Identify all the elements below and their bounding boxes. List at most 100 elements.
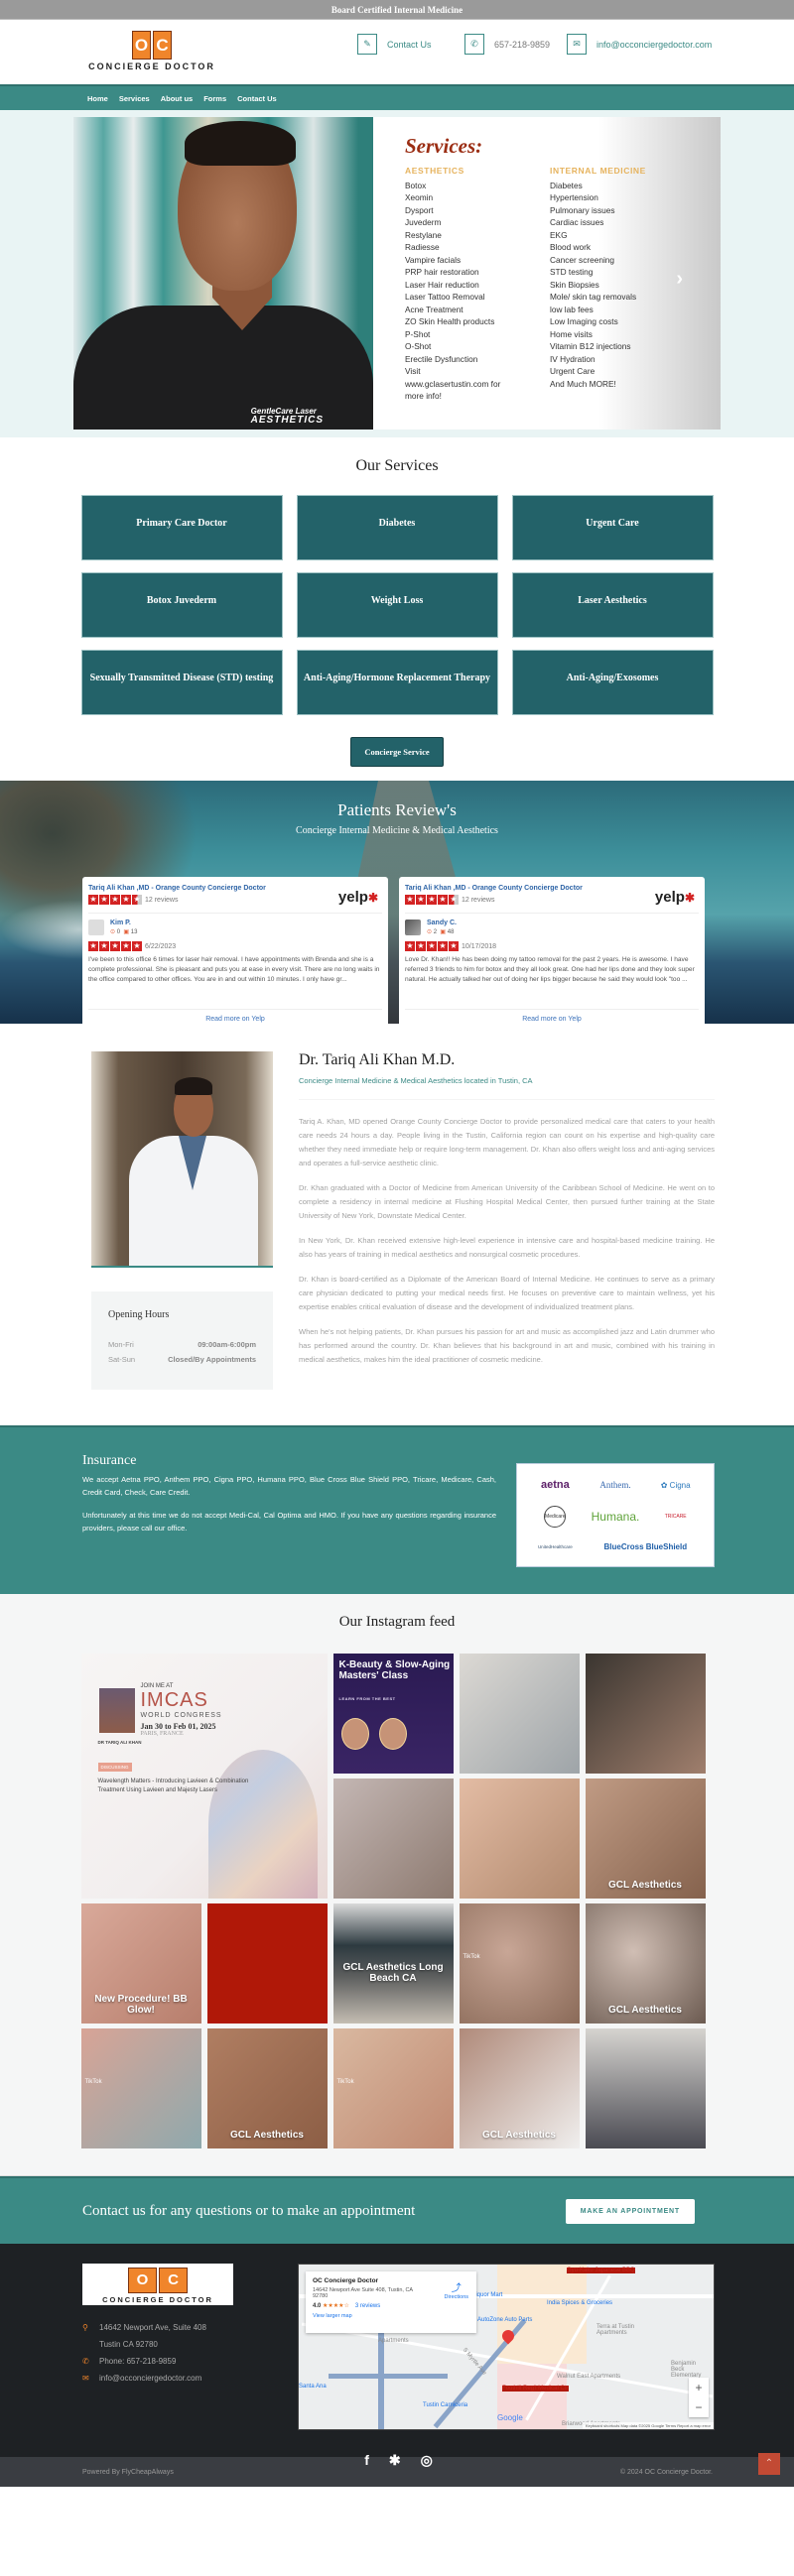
- internal-medicine-list: INTERNAL MEDICINE Diabetes Hypertension Pu…: [550, 165, 679, 403]
- concierge-service-button[interactable]: Concierge Service: [350, 737, 444, 767]
- reviewer-name[interactable]: Kim P.: [110, 920, 131, 926]
- star-icon: ★: [427, 941, 437, 951]
- instagram-post[interactable]: [206, 1903, 328, 2024]
- header-email-link[interactable]: ✉ info@occonciergedoctor.com: [567, 34, 712, 55]
- header-contact-us-link[interactable]: ✎ Contact Us: [357, 34, 432, 55]
- star-icon: ★: [438, 941, 448, 951]
- map-zoom-controls[interactable]: + −: [689, 2378, 709, 2417]
- yelp-logo[interactable]: yelp✱: [338, 889, 378, 906]
- top-announcement-bar: Board Certified Internal Medicine: [0, 0, 794, 20]
- footer-email[interactable]: ✉ info@occonciergedoctor.com: [82, 2370, 233, 2387]
- instagram-post-kbeauty[interactable]: K-Beauty & Slow-Aging Masters' Class LEA…: [332, 1654, 454, 1774]
- map-rating-stars: ★★★★☆: [323, 2303, 349, 2309]
- service-card-diabetes[interactable]: Diabetes: [296, 495, 498, 560]
- footer-phone[interactable]: ✆ Phone: 657-218-9859: [82, 2353, 233, 2370]
- reviewer-avatar: [88, 920, 104, 935]
- instagram-post[interactable]: GCL Aesthetics: [206, 2028, 328, 2148]
- service-card-hormone-therapy[interactable]: Anti-Aging/Hormone Replacement Therapy: [296, 650, 498, 715]
- hours-row: Mon-Fri 09:00am-6:00pm: [108, 1340, 256, 1349]
- read-more-on-yelp-link[interactable]: Read more on Yelp: [405, 1009, 699, 1024]
- zoom-in-icon[interactable]: +: [689, 2378, 709, 2397]
- instagram-post[interactable]: GCL Aesthetics: [585, 1903, 706, 2024]
- yelp-business-link[interactable]: Tariq Ali Khan ,MD - Orange County Conci…: [88, 885, 266, 892]
- internal-medicine-item: And Much MORE!: [550, 378, 616, 389]
- aesthetics-heading: AESTHETICS: [405, 166, 464, 176]
- yelp-icon[interactable]: ✱: [389, 2452, 401, 2469]
- reviewer-name[interactable]: Sandy C.: [427, 920, 457, 926]
- instagram-post[interactable]: [585, 1654, 706, 1774]
- star-icon: ★: [110, 941, 120, 951]
- reviews-count: 48: [447, 929, 455, 935]
- instagram-post[interactable]: GCL Aesthetics: [459, 2028, 580, 2148]
- instagram-post[interactable]: TikTok: [80, 2028, 201, 2148]
- yelp-review-card: Tariq Ali Khan ,MD - Orange County Conci…: [399, 877, 705, 1024]
- slider-next-arrow-icon[interactable]: ›: [676, 268, 683, 291]
- nav-home[interactable]: Home: [87, 94, 108, 103]
- bluecross-blueshield-logo: BlueCross BlueShield: [603, 1541, 688, 1551]
- nav-contact-us[interactable]: Contact Us: [237, 94, 277, 103]
- instagram-post[interactable]: [459, 1654, 580, 1774]
- instagram-icon[interactable]: ◎: [421, 2452, 433, 2469]
- aesthetics-list: AESTHETICS Botox Xeomin Dysport Juvederm Res…: [405, 165, 522, 403]
- nav-forms[interactable]: Forms: [203, 94, 226, 103]
- instagram-post[interactable]: TikTok: [332, 2028, 454, 2148]
- internal-medicine-item: Diabetes: [550, 180, 583, 190]
- instagram-post[interactable]: GCL Aesthetics: [585, 1779, 706, 1899]
- instagram-post[interactable]: [332, 1779, 454, 1899]
- review-rating-stars: ★ ★ ★ ★ ★: [88, 941, 142, 951]
- internal-medicine-item: Skin Biopsies: [550, 279, 599, 290]
- service-card-urgent-care[interactable]: Urgent Care: [511, 495, 714, 560]
- make-appointment-button[interactable]: MAKE AN APPOINTMENT: [565, 2198, 695, 2224]
- instagram-post[interactable]: TikTok: [459, 1903, 580, 2024]
- map-attribution[interactable]: Keyboard shortcuts Map data ©2025 Google…: [582, 2422, 714, 2429]
- instagram-post-imcas[interactable]: JOIN ME AT IMCAS WORLD CONGRESS Jan 30 t…: [80, 1654, 328, 1899]
- read-more-on-yelp-link[interactable]: Read more on Yelp: [88, 1009, 382, 1024]
- yelp-business-link[interactable]: Tariq Ali Khan ,MD - Orange County Conci…: [405, 885, 583, 892]
- map-reviews-link[interactable]: 3 reviews: [355, 2303, 380, 2309]
- review-text: Love Dr. Khan!! He has been doing my tat…: [405, 956, 695, 983]
- service-card-std-testing[interactable]: Sexually Transmitted Disease (STD) testi…: [80, 650, 283, 715]
- star-icon: ★: [132, 895, 142, 905]
- footer-logo[interactable]: O C CONCIERGE DOCTOR: [82, 2264, 233, 2305]
- yelp-review-card: Tariq Ali Khan ,MD - Orange County Conci…: [82, 877, 388, 1024]
- service-card-laser-aesthetics[interactable]: Laser Aesthetics: [511, 572, 714, 638]
- internal-medicine-item: Vitamin B12 injections: [550, 341, 631, 351]
- star-icon: ★: [416, 895, 426, 905]
- zoom-out-icon[interactable]: −: [689, 2397, 709, 2417]
- friends-count: 2: [433, 929, 438, 935]
- insurance-title: Insurance: [82, 1453, 137, 1468]
- star-icon: ★: [427, 895, 437, 905]
- doctor-portrait-photo: [91, 1051, 273, 1268]
- service-card-botox-juvederm[interactable]: Botox Juvederm: [80, 572, 283, 638]
- bio-paragraph: Dr. Khan is board-certified as a Diploma…: [299, 1275, 715, 1311]
- view-larger-map-link[interactable]: View larger map: [313, 2313, 469, 2319]
- facebook-icon[interactable]: f: [364, 2452, 369, 2469]
- service-card-weight-loss[interactable]: Weight Loss: [296, 572, 498, 638]
- internal-medicine-item: EKG: [550, 229, 568, 240]
- star-icon: ★: [121, 941, 131, 951]
- instagram-post[interactable]: [585, 2028, 706, 2148]
- internal-medicine-item: IV Hydration: [550, 353, 596, 364]
- nav-about-us[interactable]: About us: [161, 94, 194, 103]
- phone-icon: ✆: [82, 2357, 89, 2366]
- aesthetics-item: Laser Tattoo Removal: [405, 292, 485, 302]
- powered-by[interactable]: Powered By FlyCheapAlways: [82, 2469, 174, 2476]
- header-phone-link[interactable]: ✆ 657-218-9859: [464, 34, 550, 55]
- instagram-post[interactable]: [459, 1779, 580, 1899]
- services-panel-title: Services:: [405, 134, 483, 158]
- logo-letter-c: C: [153, 31, 172, 60]
- map-directions-button[interactable]: ⤴ Directions: [445, 2279, 468, 2300]
- aesthetics-item: Laser Hair reduction: [405, 279, 479, 290]
- service-card-exosomes[interactable]: Anti-Aging/Exosomes: [511, 650, 714, 715]
- google-map-embed[interactable]: Gyu-Kaku Japanese BBQ Liquor Mart India …: [298, 2264, 715, 2430]
- logo-text: CONCIERGE DOCTOR: [88, 61, 215, 71]
- instagram-post[interactable]: GCL Aesthetics Long Beach CA: [332, 1903, 454, 2024]
- internal-medicine-item: Pulmonary issues: [550, 204, 615, 215]
- nav-services[interactable]: Services: [119, 94, 150, 103]
- yelp-logo[interactable]: yelp✱: [655, 889, 695, 906]
- scroll-to-top-button[interactable]: ⌃: [758, 2453, 780, 2475]
- star-icon: ★: [449, 941, 459, 951]
- instagram-post[interactable]: New Procedure! BB Glow!: [80, 1903, 201, 2024]
- service-card-primary-care[interactable]: Primary Care Doctor: [80, 495, 283, 560]
- site-logo[interactable]: O C CONCIERGE DOCTOR: [87, 31, 216, 71]
